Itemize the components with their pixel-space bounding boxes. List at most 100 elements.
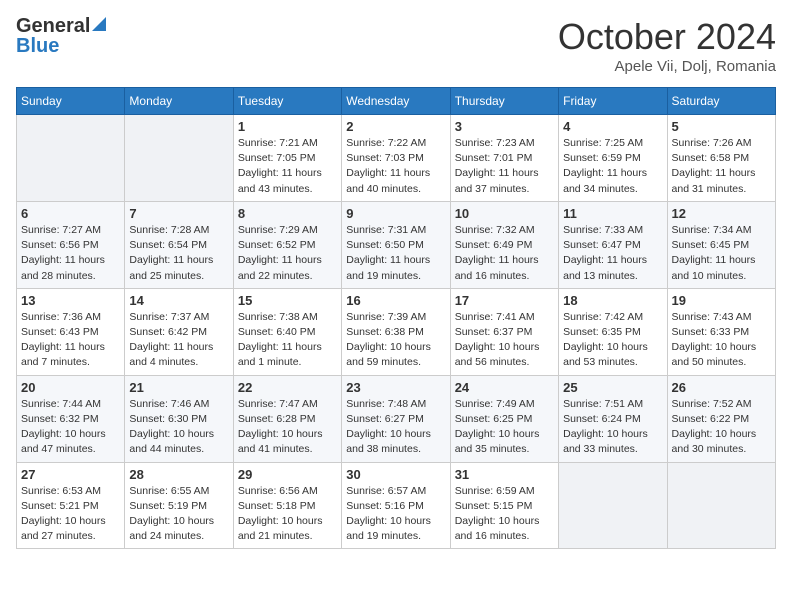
day-number: 3 (455, 119, 554, 134)
day-number: 22 (238, 380, 337, 395)
calendar-cell: 28 Sunrise: 6:55 AM Sunset: 5:19 PM Dayli… (125, 462, 233, 549)
calendar-cell: 14Sunrise: 7:37 AM Sunset: 6:42 PM Dayli… (125, 288, 233, 375)
calendar-cell: 3 Sunrise: 7:23 AM Sunset: 7:01 PM Daylig… (450, 115, 558, 202)
logo-blue-text: Blue (16, 36, 106, 56)
calendar-cell: 17 Sunrise: 7:41 AM Sunset: 6:37 PM Dayli… (450, 288, 558, 375)
day-number: 23 (346, 380, 445, 395)
day-number: 9 (346, 206, 445, 221)
day-number: 16 (346, 293, 445, 308)
day-number: 24 (455, 380, 554, 395)
day-number: 19 (672, 293, 771, 308)
day-info: Sunrise: 7:42 AM Sunset: 6:35 PM Dayligh… (563, 310, 662, 371)
calendar-cell: 13 Sunrise: 7:36 AM Sunset: 6:43 PM Dayli… (17, 288, 125, 375)
day-info: Sunrise: 7:49 AM Sunset: 6:25 PM Dayligh… (455, 397, 554, 458)
day-info: Sunrise: 7:48 AM Sunset: 6:27 PM Dayligh… (346, 397, 445, 458)
day-info: Sunrise: 7:46 AM Sunset: 6:30 PM Dayligh… (129, 397, 228, 458)
calendar-cell: 11Sunrise: 7:33 AM Sunset: 6:47 PM Dayli… (559, 201, 667, 288)
day-info: Sunrise: 6:55 AM Sunset: 5:19 PM Dayligh… (129, 484, 228, 545)
calendar-header: SundayMondayTuesdayWednesdayThursdayFrid… (17, 88, 776, 115)
day-number: 12 (672, 206, 771, 221)
day-info: Sunrise: 7:32 AM Sunset: 6:49 PM Dayligh… (455, 223, 554, 284)
day-number: 21 (129, 380, 228, 395)
logo: General Blue (16, 16, 106, 56)
day-number: 14 (129, 293, 228, 308)
month-title: October 2024 (558, 16, 776, 58)
logo-arrow-icon (92, 17, 106, 31)
weekday-header-tuesday: Tuesday (233, 88, 341, 115)
logo-general-text: General (16, 16, 90, 36)
calendar-cell (125, 115, 233, 202)
day-info: Sunrise: 7:23 AM Sunset: 7:01 PM Dayligh… (455, 136, 554, 197)
day-number: 29 (238, 467, 337, 482)
calendar-cell: 19 Sunrise: 7:43 AM Sunset: 6:33 PM Dayli… (667, 288, 775, 375)
calendar-cell: 2 Sunrise: 7:22 AM Sunset: 7:03 PM Daylig… (342, 115, 450, 202)
calendar-cell (667, 462, 775, 549)
day-info: Sunrise: 7:51 AM Sunset: 6:24 PM Dayligh… (563, 397, 662, 458)
calendar-week-row: 27 Sunrise: 6:53 AM Sunset: 5:21 PM Dayli… (17, 462, 776, 549)
day-info: Sunrise: 6:57 AM Sunset: 5:16 PM Dayligh… (346, 484, 445, 545)
weekday-header-friday: Friday (559, 88, 667, 115)
calendar-cell: 31 Sunrise: 6:59 AM Sunset: 5:15 PM Dayli… (450, 462, 558, 549)
day-info: Sunrise: 7:44 AM Sunset: 6:32 PM Dayligh… (21, 397, 120, 458)
day-number: 1 (238, 119, 337, 134)
day-info: Sunrise: 7:38 AM Sunset: 6:40 PM Dayligh… (238, 310, 337, 371)
calendar-cell: 1 Sunrise: 7:21 AM Sunset: 7:05 PM Daylig… (233, 115, 341, 202)
day-number: 30 (346, 467, 445, 482)
day-info: Sunrise: 7:41 AM Sunset: 6:37 PM Dayligh… (455, 310, 554, 371)
day-info: Sunrise: 6:56 AM Sunset: 5:18 PM Dayligh… (238, 484, 337, 545)
day-info: Sunrise: 7:25 AM Sunset: 6:59 PM Dayligh… (563, 136, 662, 197)
day-info: Sunrise: 7:39 AM Sunset: 6:38 PM Dayligh… (346, 310, 445, 371)
day-info: Sunrise: 6:59 AM Sunset: 5:15 PM Dayligh… (455, 484, 554, 545)
day-number: 13 (21, 293, 120, 308)
day-info: Sunrise: 7:43 AM Sunset: 6:33 PM Dayligh… (672, 310, 771, 371)
day-info: Sunrise: 6:53 AM Sunset: 5:21 PM Dayligh… (21, 484, 120, 545)
calendar-cell: 25 Sunrise: 7:51 AM Sunset: 6:24 PM Dayli… (559, 375, 667, 462)
calendar-cell: 27 Sunrise: 6:53 AM Sunset: 5:21 PM Dayli… (17, 462, 125, 549)
day-info: Sunrise: 7:31 AM Sunset: 6:50 PM Dayligh… (346, 223, 445, 284)
calendar-week-row: 20Sunrise: 7:44 AM Sunset: 6:32 PM Dayli… (17, 375, 776, 462)
weekday-header-saturday: Saturday (667, 88, 775, 115)
day-info: Sunrise: 7:28 AM Sunset: 6:54 PM Dayligh… (129, 223, 228, 284)
calendar-cell: 26 Sunrise: 7:52 AM Sunset: 6:22 PM Dayli… (667, 375, 775, 462)
day-info: Sunrise: 7:21 AM Sunset: 7:05 PM Dayligh… (238, 136, 337, 197)
day-number: 28 (129, 467, 228, 482)
weekday-header-row: SundayMondayTuesdayWednesdayThursdayFrid… (17, 88, 776, 115)
calendar-week-row: 6Sunrise: 7:27 AM Sunset: 6:56 PM Daylig… (17, 201, 776, 288)
day-number: 27 (21, 467, 120, 482)
calendar-cell: 12 Sunrise: 7:34 AM Sunset: 6:45 PM Dayli… (667, 201, 775, 288)
day-number: 26 (672, 380, 771, 395)
page-header: General Blue October 2024 Apele Vii, Dol… (16, 16, 776, 75)
calendar-cell: 22 Sunrise: 7:47 AM Sunset: 6:28 PM Dayli… (233, 375, 341, 462)
calendar-cell (559, 462, 667, 549)
title-block: October 2024 Apele Vii, Dolj, Romania (558, 16, 776, 75)
weekday-header-monday: Monday (125, 88, 233, 115)
calendar-cell: 8Sunrise: 7:29 AM Sunset: 6:52 PM Daylig… (233, 201, 341, 288)
weekday-header-sunday: Sunday (17, 88, 125, 115)
day-info: Sunrise: 7:33 AM Sunset: 6:47 PM Dayligh… (563, 223, 662, 284)
calendar-cell: 15Sunrise: 7:38 AM Sunset: 6:40 PM Dayli… (233, 288, 341, 375)
day-number: 31 (455, 467, 554, 482)
day-info: Sunrise: 7:34 AM Sunset: 6:45 PM Dayligh… (672, 223, 771, 284)
calendar-cell: 23 Sunrise: 7:48 AM Sunset: 6:27 PM Dayli… (342, 375, 450, 462)
weekday-header-thursday: Thursday (450, 88, 558, 115)
calendar-cell: 21 Sunrise: 7:46 AM Sunset: 6:30 PM Dayli… (125, 375, 233, 462)
calendar-week-row: 13 Sunrise: 7:36 AM Sunset: 6:43 PM Dayli… (17, 288, 776, 375)
calendar-cell: 4 Sunrise: 7:25 AM Sunset: 6:59 PM Daylig… (559, 115, 667, 202)
day-info: Sunrise: 7:36 AM Sunset: 6:43 PM Dayligh… (21, 310, 120, 371)
calendar-table: SundayMondayTuesdayWednesdayThursdayFrid… (16, 87, 776, 549)
calendar-cell: 5Sunrise: 7:26 AM Sunset: 6:58 PM Daylig… (667, 115, 775, 202)
day-info: Sunrise: 7:47 AM Sunset: 6:28 PM Dayligh… (238, 397, 337, 458)
calendar-cell: 30 Sunrise: 6:57 AM Sunset: 5:16 PM Dayli… (342, 462, 450, 549)
day-number: 4 (563, 119, 662, 134)
day-number: 17 (455, 293, 554, 308)
day-number: 25 (563, 380, 662, 395)
calendar-cell: 18Sunrise: 7:42 AM Sunset: 6:35 PM Dayli… (559, 288, 667, 375)
day-info: Sunrise: 7:22 AM Sunset: 7:03 PM Dayligh… (346, 136, 445, 197)
calendar-cell (17, 115, 125, 202)
day-number: 5 (672, 119, 771, 134)
calendar-week-row: 1 Sunrise: 7:21 AM Sunset: 7:05 PM Daylig… (17, 115, 776, 202)
calendar-cell: 6Sunrise: 7:27 AM Sunset: 6:56 PM Daylig… (17, 201, 125, 288)
day-info: Sunrise: 7:52 AM Sunset: 6:22 PM Dayligh… (672, 397, 771, 458)
day-number: 8 (238, 206, 337, 221)
day-number: 2 (346, 119, 445, 134)
